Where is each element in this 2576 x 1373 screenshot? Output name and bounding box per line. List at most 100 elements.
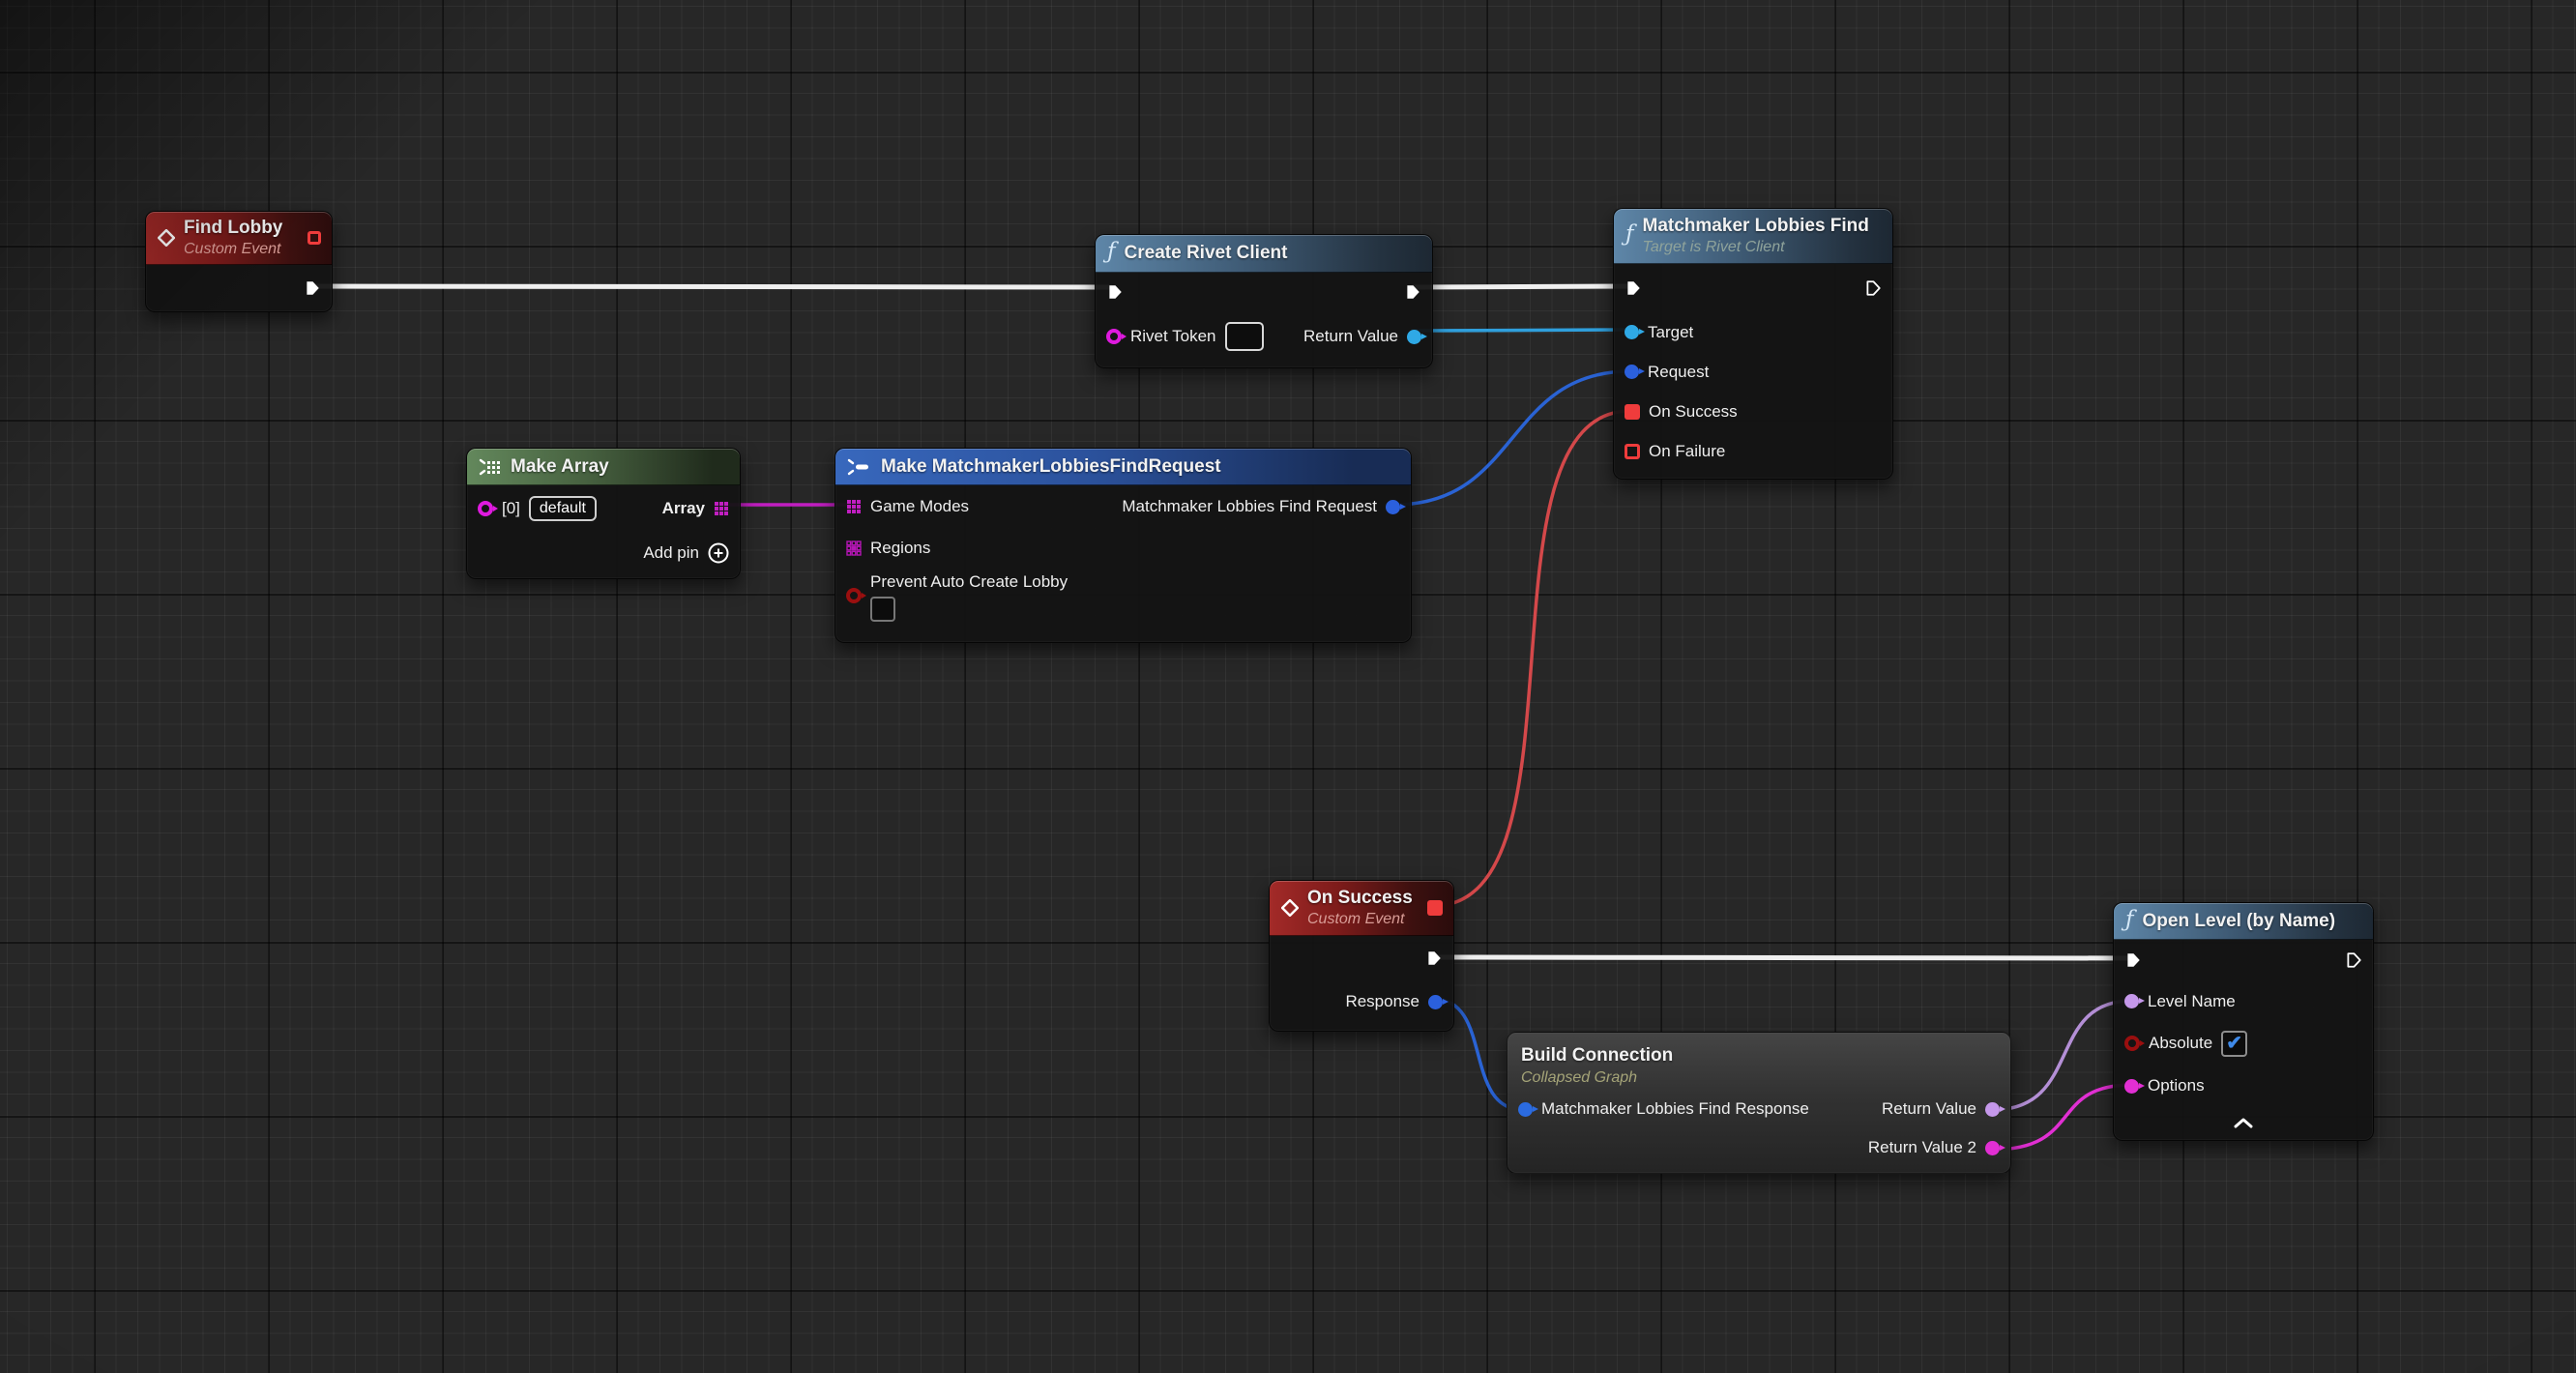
pin-row [1270, 936, 1453, 980]
wire-returnvalue-to-target [1412, 330, 1630, 331]
pin-label: [0] [502, 499, 520, 518]
target-pin[interactable] [1625, 325, 1639, 339]
node-create-rivet-client[interactable]: ƒ Create Rivet Client Rivet Token Return… [1095, 234, 1433, 368]
add-pin-label: Add pin [643, 543, 699, 563]
wire-exec-findlobby-to-createrivetclient [313, 286, 1112, 287]
exec-out-pin[interactable] [1404, 283, 1421, 301]
pin-label: Matchmaker Lobbies Find Response [1541, 1099, 1809, 1119]
on-success-delegate-pin[interactable] [1625, 404, 1640, 420]
pin-label: Level Name [2148, 992, 2236, 1011]
response-pin[interactable] [1428, 995, 1443, 1009]
regions-pin[interactable] [846, 540, 862, 556]
node-header[interactable]: On Success Custom Event [1270, 881, 1453, 936]
return-value-pin[interactable] [1407, 330, 1421, 344]
options-pin[interactable] [2124, 1079, 2139, 1094]
custom-event-icon [158, 229, 175, 247]
delegate-pin[interactable] [307, 231, 321, 245]
pin-row: On Failure [1614, 431, 1892, 479]
blueprint-graph-canvas[interactable]: { "app": {"name": "Unreal Engine Bluepri… [0, 0, 2576, 1373]
pin-row: Prevent Auto Create Lobby [835, 569, 1411, 642]
collapse-chevron-icon[interactable] [2231, 1116, 2256, 1131]
absolute-checkbox[interactable]: ✔ [2221, 1031, 2247, 1057]
pin-label: Return Value [1882, 1099, 1976, 1119]
return-value-2-pin[interactable] [1985, 1141, 2000, 1155]
node-header[interactable]: Make Array [467, 449, 740, 485]
request-pin[interactable] [1625, 365, 1639, 379]
exec-in-pin[interactable] [2124, 951, 2142, 969]
return-value-pin[interactable] [1985, 1102, 2000, 1117]
pin-row: Options [2114, 1065, 2373, 1107]
array-out-pin[interactable] [714, 501, 729, 516]
exec-out-pin[interactable] [2345, 951, 2362, 969]
make-struct-icon [847, 458, 872, 476]
pin-row: Rivet Token Return Value [1096, 311, 1432, 367]
exec-out-pin[interactable] [304, 279, 321, 297]
game-modes-pin[interactable] [846, 499, 862, 514]
rivet-token-input[interactable] [1225, 322, 1264, 351]
pin-label: Return Value [1303, 327, 1398, 346]
absolute-pin[interactable] [2124, 1036, 2140, 1051]
element-0-value-input[interactable]: default [529, 496, 597, 521]
pin-row: Regions [835, 528, 1411, 569]
pin-row: Game Modes Matchmaker Lobbies Find Reque… [835, 485, 1411, 528]
node-header[interactable]: ƒ Open Level (by Name) [2114, 903, 2373, 940]
on-failure-delegate-pin[interactable] [1625, 444, 1640, 459]
node-title: Build Connection [1521, 1044, 1997, 1068]
make-array-icon [479, 458, 502, 476]
exec-in-pin[interactable] [1625, 279, 1642, 297]
wire-exec-createrivetclient-to-matchmaker [1412, 286, 1630, 287]
node-title: Create Rivet Client [1125, 242, 1288, 265]
exec-in-pin[interactable] [1106, 283, 1124, 301]
pin-row: [0] default Array [467, 485, 740, 532]
prevent-auto-create-lobby-checkbox[interactable] [870, 597, 895, 622]
node-make-matchmakerlobbiesfindrequest[interactable]: Make MatchmakerLobbiesFindRequest Game M… [834, 448, 1412, 643]
node-subtitle: Collapsed Graph [1521, 1068, 1997, 1089]
pin-label: Regions [870, 539, 930, 558]
exec-out-pin[interactable] [1864, 279, 1882, 297]
rivet-token-pin[interactable] [1106, 329, 1122, 344]
pin-label: Absolute [2149, 1034, 2212, 1053]
node-subtitle: Custom Event [1307, 910, 1413, 929]
node-title: On Success [1307, 887, 1413, 910]
node-build-connection-collapsed-graph[interactable]: Build Connection Collapsed Graph Matchma… [1507, 1032, 2011, 1174]
pin-row: On Success [1614, 392, 1892, 431]
pin-label: Rivet Token [1130, 327, 1216, 346]
node-title: Make Array [511, 455, 609, 479]
find-response-in-pin[interactable] [1518, 1102, 1533, 1117]
node-open-level-by-name[interactable]: ƒ Open Level (by Name) Level Name Absolu… [2113, 902, 2374, 1141]
node-header[interactable]: ƒ Matchmaker Lobbies Find Target is Rive… [1614, 209, 1892, 264]
pin-label: Request [1648, 363, 1709, 382]
pin-label: On Success [1649, 402, 1738, 422]
pin-label: Target [1648, 323, 1693, 342]
element-0-pin[interactable] [478, 501, 493, 516]
pin-row [146, 265, 332, 311]
pin-row [1614, 264, 1892, 312]
pin-row [2114, 940, 2373, 980]
node-header[interactable]: Build Connection Collapsed Graph [1508, 1033, 2010, 1090]
pin-row: Response [1270, 980, 1453, 1031]
node-header[interactable]: Find Lobby Custom Event [146, 212, 332, 265]
pin-label: Array [662, 499, 705, 518]
add-pin-icon[interactable] [708, 542, 729, 564]
function-icon: ƒ [2125, 909, 2134, 931]
exec-out-pin[interactable] [1425, 949, 1443, 967]
node-on-success-custom-event[interactable]: On Success Custom Event Response [1269, 880, 1454, 1032]
node-header[interactable]: Make MatchmakerLobbiesFindRequest [835, 449, 1411, 485]
node-matchmaker-lobbies-find[interactable]: ƒ Matchmaker Lobbies Find Target is Rive… [1613, 208, 1893, 480]
node-find-lobby-custom-event[interactable]: Find Lobby Custom Event [145, 211, 333, 312]
level-name-pin[interactable] [2124, 994, 2139, 1008]
prevent-auto-create-lobby-pin[interactable] [846, 588, 862, 603]
pin-label: Game Modes [870, 497, 969, 516]
delegate-pin[interactable] [1427, 900, 1443, 916]
pin-row: Level Name [2114, 980, 2373, 1022]
find-request-out-pin[interactable] [1386, 500, 1400, 514]
node-subtitle: Custom Event [184, 240, 282, 259]
node-header[interactable]: ƒ Create Rivet Client [1096, 235, 1432, 273]
pin-label: On Failure [1649, 442, 1725, 461]
pin-label: Prevent Auto Create Lobby [870, 572, 1068, 592]
node-title: Matchmaker Lobbies Find [1643, 215, 1869, 238]
node-make-array[interactable]: Make Array [0] default Array Add pin [466, 448, 741, 579]
wire-layer [0, 0, 2576, 1373]
node-subtitle: Target is Rivet Client [1643, 238, 1869, 257]
node-title: Find Lobby [184, 217, 282, 240]
